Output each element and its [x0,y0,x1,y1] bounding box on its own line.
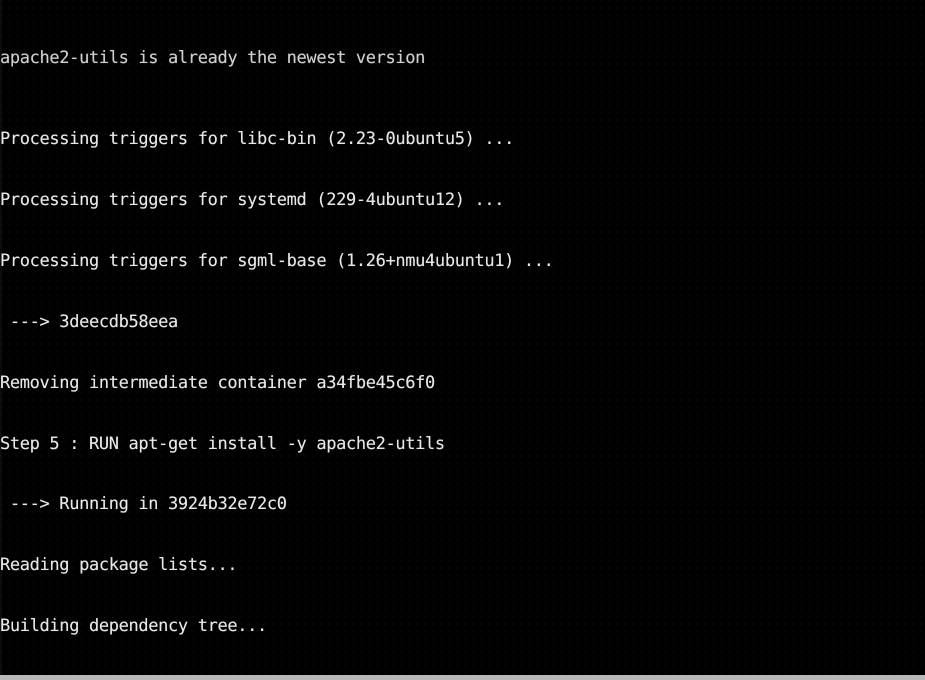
terminal-line: ---> Running in 3924b32e72c0 [0,494,287,515]
terminal-line: Step 5 : RUN apt-get install -y apache2-… [0,433,445,454]
terminal-window[interactable]: apache2-utils is already the newest vers… [0,0,925,680]
terminal-line: Building dependency tree... [0,616,267,637]
terminal-line: ---> 3deecdb58eea [0,311,178,332]
terminal-line: Processing triggers for systemd (229-4ub… [0,189,505,210]
terminal-scrollback[interactable]: apache2-utils is already the newest vers… [0,0,925,680]
terminal-line-partial-top: apache2-utils is already the newest vers… [0,47,426,68]
terminal-line: Removing intermediate container a34fbe45… [0,372,435,393]
terminal-line: Processing triggers for libc-bin (2.23-0… [0,129,515,150]
window-bottom-border [0,675,925,680]
terminal-line: Reading package lists... [0,555,238,576]
terminal-line: Processing triggers for sgml-base (1.26+… [0,250,554,271]
